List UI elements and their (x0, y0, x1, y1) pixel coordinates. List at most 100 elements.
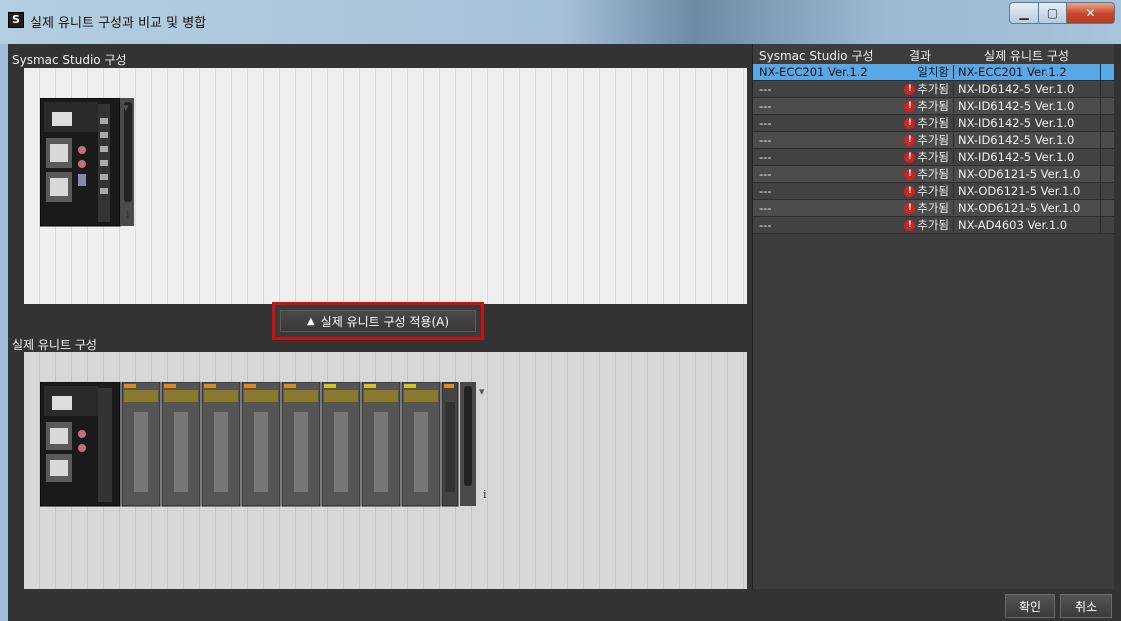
result-cell: ! 추가됨 (887, 149, 953, 165)
result-text: 추가됨 (917, 133, 949, 147)
actual-config-cell: NX-ID6142-5 Ver.1.0 (953, 133, 1100, 147)
result-cell: ! 추가됨 (887, 200, 953, 216)
coupler-unit-image[interactable] (40, 98, 140, 228)
warning-icon: ! (904, 151, 916, 163)
info-icon[interactable]: i (126, 208, 130, 221)
apply-actual-config-button[interactable]: ▲ 실제 유니트 구성 적용(A) (280, 310, 476, 332)
actual-config-cell: NX-OD6121-5 Ver.1.0 (953, 201, 1100, 215)
window-title: 실제 유니트 구성과 비교 및 병합 (30, 16, 207, 31)
extra-cell (1100, 115, 1114, 131)
dropdown-icon[interactable]: ▾ (123, 101, 129, 114)
warning-icon: ! (904, 185, 916, 197)
result-cell: ! 추가됨 (887, 183, 953, 199)
table-row[interactable]: ---! 추가됨 NX-ID6142-5 Ver.1.0 (753, 115, 1114, 132)
table-row[interactable]: ---! 추가됨 NX-ID6142-5 Ver.1.0 (753, 98, 1114, 115)
comparison-table: Sysmac Studio 구성 결과 실제 유니트 구성 NX-ECC201 … (752, 44, 1114, 589)
warning-icon: ! (904, 219, 916, 231)
result-cell: 일치함 (887, 64, 953, 80)
extra-cell (1100, 200, 1114, 216)
table-row[interactable]: ---! 추가됨 NX-OD6121-5 Ver.1.0 (753, 183, 1114, 200)
actual-config-cell: NX-OD6121-5 Ver.1.0 (953, 184, 1100, 198)
studio-config-cell: --- (759, 116, 772, 130)
apply-button-highlight: ▲ 실제 유니트 구성 적용(A) (272, 302, 484, 340)
table-row[interactable]: ---! 추가됨 NX-ID6142-5 Ver.1.0 (753, 149, 1114, 166)
result-cell: ! 추가됨 (887, 115, 953, 131)
actual-config-cell: NX-ID6142-5 Ver.1.0 (953, 82, 1100, 96)
column-header-result[interactable]: 결과 (887, 47, 953, 64)
window-frame-left (0, 44, 8, 621)
extra-cell (1100, 149, 1114, 165)
maximize-button[interactable]: ▢ (1039, 2, 1067, 24)
close-icon: ✕ (1085, 6, 1096, 20)
table-row[interactable]: ---! 추가됨 NX-ID6142-5 Ver.1.0 (753, 81, 1114, 98)
info-icon[interactable]: i (483, 488, 487, 501)
warning-icon: ! (904, 83, 916, 95)
result-cell: ! 추가됨 (887, 166, 953, 182)
column-header-actual[interactable]: 실제 유니트 구성 (953, 47, 1100, 64)
actual-unit-config-label: 실제 유니트 구성 (12, 338, 97, 352)
ok-button[interactable]: 확인 (1005, 594, 1055, 618)
actual-config-cell: NX-AD4603 Ver.1.0 (953, 218, 1100, 232)
studio-config-cell: --- (759, 133, 772, 147)
minimize-button[interactable]: ▁ (1009, 2, 1039, 24)
sysmac-app-icon (8, 12, 24, 28)
table-row[interactable]: ---! 추가됨 NX-AD4603 Ver.1.0 (753, 217, 1114, 234)
result-cell: ! 추가됨 (887, 81, 953, 97)
extra-cell (1100, 183, 1114, 199)
result-text: 일치함 (917, 65, 949, 79)
actual-config-cell: NX-ID6142-5 Ver.1.0 (953, 150, 1100, 164)
result-text: 추가됨 (917, 150, 949, 164)
extra-cell (1100, 217, 1114, 233)
result-text: 추가됨 (917, 167, 949, 181)
table-body: NX-ECC201 Ver.1.2 일치함 NX-ECC201 Ver.1.2 ---… (753, 64, 1114, 234)
result-text: 추가됨 (917, 201, 949, 215)
warning-icon: ! (904, 117, 916, 129)
studio-config-cell: --- (759, 99, 772, 113)
up-arrow-icon: ▲ (306, 315, 315, 327)
table-row[interactable]: NX-ECC201 Ver.1.2 일치함 NX-ECC201 Ver.1.2 (753, 64, 1114, 81)
table-row[interactable]: ---! 추가됨 NX-OD6121-5 Ver.1.0 (753, 166, 1114, 183)
warning-icon: ! (904, 202, 916, 214)
column-header-studio[interactable]: Sysmac Studio 구성 (753, 47, 887, 64)
extra-cell (1100, 166, 1114, 182)
studio-config-cell: NX-ECC201 Ver.1.2 (759, 65, 868, 79)
result-text: 추가됨 (917, 116, 949, 130)
result-text: 추가됨 (917, 184, 949, 198)
studio-config-cell: --- (759, 218, 772, 232)
result-cell: ! 추가됨 (887, 217, 953, 233)
actual-config-cell: NX-ID6142-5 Ver.1.0 (953, 99, 1100, 113)
apply-button-label: 실제 유니트 구성 적용(A) (320, 314, 450, 329)
minimize-icon: ▁ (1019, 6, 1029, 20)
table-row[interactable]: ---! 추가됨 NX-OD6121-5 Ver.1.0 (753, 200, 1114, 217)
title-bar: 실제 유니트 구성과 비교 및 병합 ▁ ▢ ✕ (0, 0, 1121, 44)
actual-config-cell: NX-ECC201 Ver.1.2 (953, 65, 1100, 79)
result-text: 추가됨 (917, 218, 949, 232)
dropdown-icon[interactable]: ▾ (479, 385, 485, 398)
studio-config-cell: --- (759, 201, 772, 215)
table-row[interactable]: --- ! 추가됨 NX-ID6142-5 Ver.1.0 (753, 132, 1114, 149)
result-cell: ! 추가됨 (887, 132, 953, 148)
id6142-module (121, 382, 161, 507)
table-header: Sysmac Studio 구성 결과 실제 유니트 구성 (753, 44, 1114, 64)
extra-cell (1100, 132, 1114, 148)
result-text: 추가됨 (917, 82, 949, 96)
warning-icon: ! (904, 100, 916, 112)
result-text: 추가됨 (917, 99, 949, 113)
extra-cell (1100, 64, 1114, 80)
actual-config-cell: NX-ID6142-5 Ver.1.0 (953, 116, 1100, 130)
cancel-button[interactable]: 취소 (1060, 594, 1112, 618)
studio-config-cell: --- (759, 167, 772, 181)
studio-config-cell: --- (759, 82, 772, 96)
extra-cell (1100, 98, 1114, 114)
result-cell: ! 추가됨 (887, 98, 953, 114)
actual-config-cell: NX-OD6121-5 Ver.1.0 (953, 167, 1100, 181)
window-controls: ▁ ▢ ✕ (1009, 2, 1115, 24)
studio-config-cell: --- (759, 150, 772, 164)
actual-unit-rack-image[interactable] (40, 382, 480, 508)
close-button[interactable]: ✕ (1067, 2, 1115, 24)
sysmac-studio-config-canvas[interactable]: ▾ i (24, 68, 747, 304)
warning-icon: ! (904, 168, 916, 180)
studio-config-cell: --- (759, 184, 772, 198)
actual-unit-config-canvas[interactable]: ▾ i (24, 352, 747, 589)
maximize-icon: ▢ (1046, 6, 1059, 20)
